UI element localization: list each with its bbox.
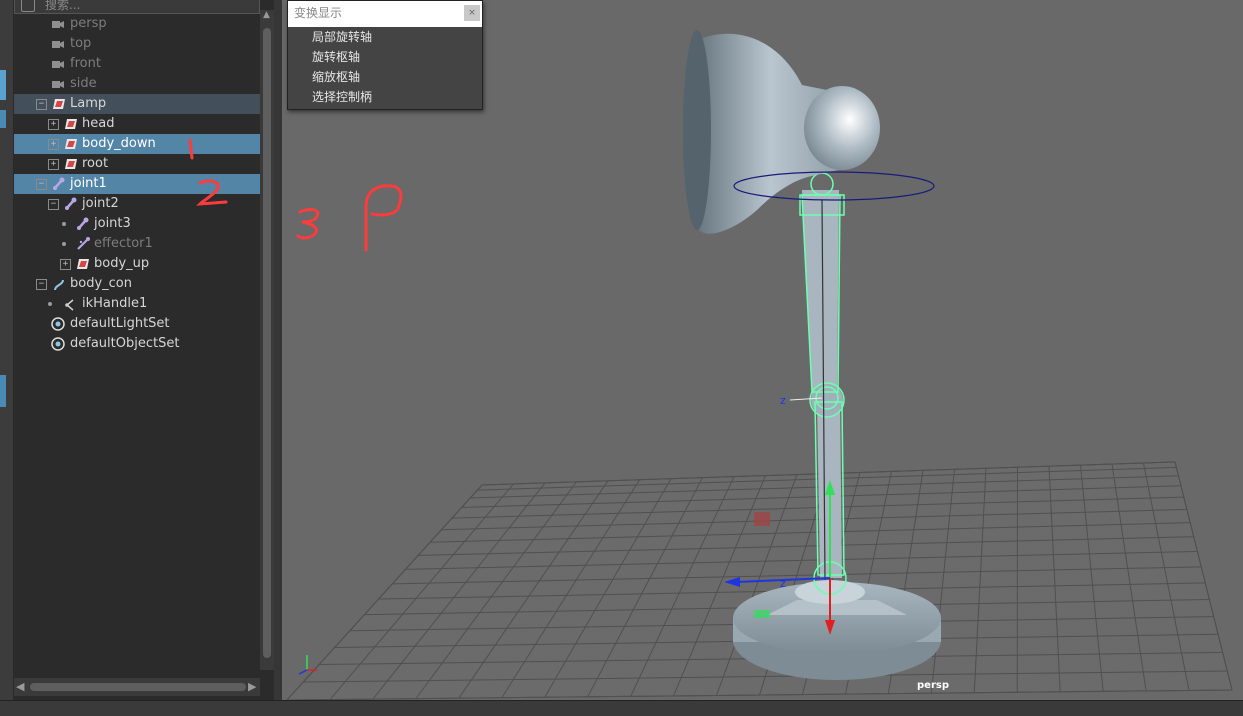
collapse-toggle[interactable]: − — [36, 279, 47, 290]
outliner-item-head[interactable]: + head — [14, 114, 260, 134]
outliner-item-label: effector1 — [94, 234, 153, 254]
tool-strip-active-mark — [0, 70, 6, 100]
outliner-item-top[interactable]: top — [14, 34, 260, 54]
camera-label: persp — [917, 680, 949, 691]
outliner-item-label: defaultObjectSet — [70, 334, 179, 354]
scrollbar-thumb[interactable] — [263, 28, 271, 658]
outliner-item-defaultobjectset[interactable]: defaultObjectSet — [14, 334, 260, 354]
scrollbar-thumb[interactable] — [30, 683, 246, 691]
transform-icon — [76, 257, 90, 271]
effector-icon — [76, 237, 90, 251]
outliner-item-defaultlightset[interactable]: defaultLightSet — [14, 314, 260, 334]
outliner-item-label: front — [70, 54, 101, 74]
outliner-item-label: body_con — [70, 274, 132, 294]
outliner-item-front[interactable]: front — [14, 54, 260, 74]
expand-toggle[interactable]: + — [48, 119, 59, 130]
menu-title-bar: 变换显示 × — [288, 1, 482, 27]
outliner-item-label: joint1 — [70, 174, 107, 194]
expand-toggle[interactable]: + — [60, 259, 71, 270]
outliner-item-label: joint3 — [94, 214, 131, 234]
outliner-tree: persp top front side − Lamp + head + — [14, 14, 260, 354]
outliner-item-label: body_up — [94, 254, 149, 274]
outliner-item-body-up[interactable]: + body_up — [14, 254, 260, 274]
outliner-item-persp[interactable]: persp — [14, 14, 260, 34]
transform-icon — [52, 97, 66, 111]
expand-toggle[interactable]: + — [48, 159, 59, 170]
camera-icon — [51, 17, 65, 31]
outliner-vertical-scrollbar[interactable]: ▲ — [260, 10, 274, 670]
curve-icon — [52, 277, 66, 291]
search-field[interactable]: 搜索... — [14, 0, 260, 14]
menu-item-scale-pivot[interactable]: 缩放枢轴 — [288, 67, 482, 87]
outliner-item-joint2[interactable]: − joint2 — [14, 194, 260, 214]
outliner-item-ikhandle1[interactable]: ikHandle1 — [14, 294, 260, 314]
camera-icon — [51, 77, 65, 91]
lamp-head — [683, 30, 880, 234]
outliner-panel: 搜索... persp top front side − Lamp + — [14, 0, 274, 700]
panel-divider[interactable] — [274, 0, 282, 700]
scroll-left-icon[interactable]: ◀ — [16, 680, 24, 693]
collapse-toggle[interactable]: − — [36, 179, 47, 190]
menu-item-label: 缩放枢轴 — [312, 70, 360, 84]
menu-item-label: 局部旋转轴 — [312, 30, 372, 44]
camera-icon — [51, 57, 65, 71]
outliner-item-label: top — [70, 34, 91, 54]
outliner-item-lamp[interactable]: − Lamp — [14, 94, 260, 114]
transform-display-menu: 变换显示 × 局部旋转轴 旋转枢轴 缩放枢轴 选择控制柄 — [287, 0, 483, 110]
lamp-base — [733, 580, 941, 680]
set-icon — [51, 337, 65, 351]
menu-item-rotate-pivot[interactable]: 旋转枢轴 — [288, 47, 482, 67]
menu-item-local-rotation-axes[interactable]: 局部旋转轴 — [288, 27, 482, 47]
search-placeholder: 搜索... — [45, 0, 80, 13]
menu-item-label: 选择控制柄 — [312, 90, 372, 104]
collapse-toggle[interactable]: − — [48, 199, 59, 210]
outliner-item-body-con[interactable]: − body_con — [14, 274, 260, 294]
camera-icon — [51, 37, 65, 51]
outliner-item-side[interactable]: side — [14, 74, 260, 94]
axis-z-label: z — [780, 394, 786, 407]
transform-icon — [64, 117, 78, 131]
transform-icon — [64, 157, 78, 171]
outliner-item-label: joint2 — [82, 194, 119, 214]
menu-item-label: 旋转枢轴 — [312, 50, 360, 64]
scroll-right-icon[interactable]: ▶ — [248, 680, 256, 693]
outliner-item-joint3[interactable]: joint3 — [14, 214, 260, 234]
outliner-item-joint1[interactable]: − joint1 — [14, 174, 260, 194]
bottom-status-bar — [0, 700, 1243, 716]
tool-strip-mark-3 — [0, 375, 6, 407]
scroll-up-icon[interactable]: ▲ — [263, 10, 270, 20]
outliner-item-body-down[interactable]: + body_down — [14, 134, 260, 154]
tree-leaf-dot — [48, 302, 52, 306]
outliner-item-label: Lamp — [70, 94, 106, 114]
outliner-item-effector1[interactable]: effector1 — [14, 234, 260, 254]
tool-strip-mark-2 — [0, 110, 6, 128]
menu-title: 变换显示 — [294, 6, 342, 20]
transform-icon — [64, 137, 78, 151]
joint-icon — [76, 217, 90, 231]
outliner-item-label: body_down — [82, 134, 156, 154]
outliner-horizontal-scrollbar[interactable]: ◀ ▶ — [14, 678, 260, 696]
axis-z-label-2: z — [780, 577, 786, 590]
joint-icon — [52, 177, 66, 191]
tree-leaf-dot — [62, 242, 66, 246]
joint-icon — [64, 197, 78, 211]
set-icon — [51, 317, 65, 331]
menu-close-button[interactable]: × — [464, 5, 480, 21]
outliner-item-label: defaultLightSet — [70, 314, 170, 334]
tree-leaf-dot — [62, 222, 66, 226]
tool-strip — [0, 0, 14, 715]
outliner-item-label: side — [70, 74, 97, 94]
outliner-item-label: root — [82, 154, 108, 174]
ik-handle-icon — [64, 297, 78, 311]
expand-toggle[interactable]: + — [48, 139, 59, 150]
menu-item-select-handle[interactable]: 选择控制柄 — [288, 87, 482, 107]
outliner-item-label: persp — [70, 14, 107, 34]
search-filter-icon[interactable] — [21, 0, 35, 12]
outliner-item-root[interactable]: + root — [14, 154, 260, 174]
outliner-item-label: ikHandle1 — [82, 294, 147, 314]
collapse-toggle[interactable]: − — [36, 99, 47, 110]
outliner-item-label: head — [82, 114, 114, 134]
